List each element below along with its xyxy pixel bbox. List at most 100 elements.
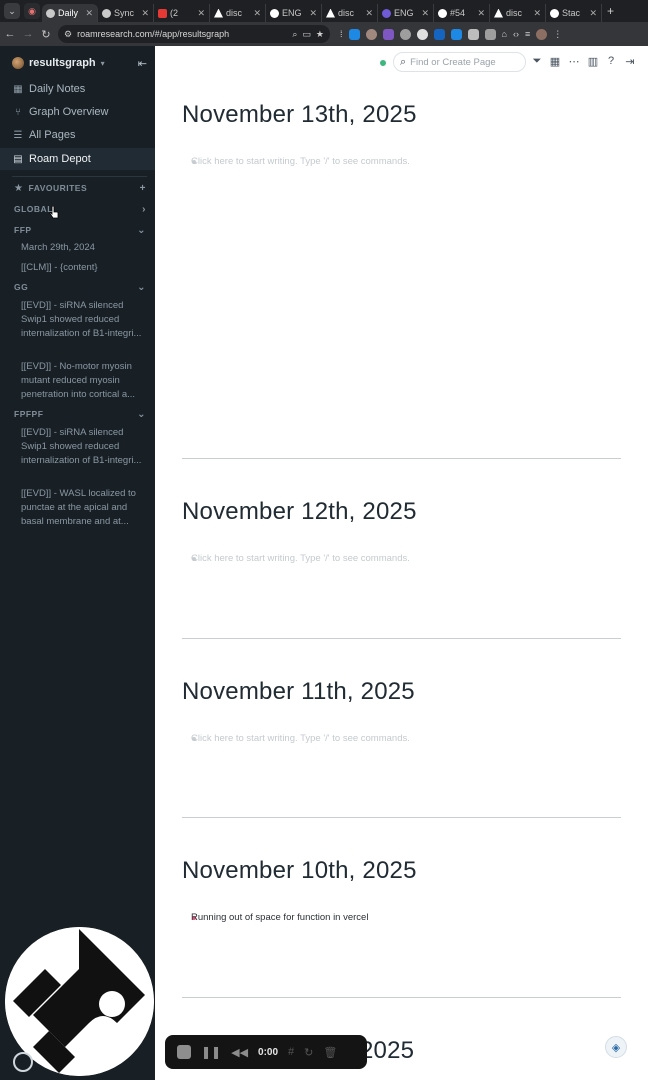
pause-icon[interactable]: ❚❚ — [201, 1045, 221, 1059]
shortcut-item[interactable]: [[EVD]] - siRNA silenced Swip1 showed re… — [21, 426, 147, 468]
sidebar-item-all-pages[interactable]: ☰ All Pages — [12, 126, 152, 144]
page-title[interactable]: November 10th, 2025 — [182, 857, 417, 885]
collapse-sidebar-icon[interactable]: ⇤ — [138, 57, 147, 70]
page-title[interactable]: November 12th, 2025 — [182, 498, 417, 526]
page-title[interactable]: 2025 — [360, 1037, 414, 1065]
grid-icon[interactable]: # — [288, 1046, 294, 1058]
extension-icon[interactable]: ⌂ — [502, 29, 507, 39]
section-label: GG — [14, 282, 29, 292]
browser-tab[interactable]: Daily ✕ — [42, 4, 98, 22]
browser-tab[interactable]: disc ✕ — [322, 4, 378, 22]
vercel-tab-icon — [494, 8, 503, 18]
search-input[interactable]: ⌕ Find or Create Page — [393, 52, 526, 72]
right-sidebar-icon[interactable]: ⇥ — [624, 55, 636, 68]
zoom-icon[interactable]: ⌕ — [292, 29, 297, 40]
stop-recording-button[interactable] — [177, 1045, 191, 1059]
shortcut-section-fpfpf[interactable]: FPFPF ⌄ — [14, 407, 146, 421]
browser-tab[interactable]: ENG ✕ — [266, 4, 322, 22]
daily-notes-log: November 13th, 2025 Click here to start … — [155, 78, 648, 1080]
back-icon[interactable]: ← — [4, 28, 16, 40]
puzzle-icon[interactable] — [484, 28, 496, 40]
reload-icon[interactable]: ↻ — [40, 28, 52, 41]
new-tab-icon[interactable]: + — [602, 4, 619, 18]
page-title[interactable]: November 13th, 2025 — [182, 101, 417, 129]
block-placeholder[interactable]: Click here to start writing. Type '/' to… — [191, 733, 410, 744]
rewind-icon[interactable]: ◀◀ — [231, 1046, 248, 1059]
close-icon[interactable]: ✕ — [141, 8, 149, 19]
close-icon[interactable]: ✕ — [309, 8, 317, 19]
extension-icon[interactable] — [399, 28, 411, 40]
site-info-icon[interactable]: ⚙ — [64, 29, 72, 40]
roam-help-icon[interactable]: ◈ — [605, 1036, 627, 1058]
shortcut-section-global[interactable]: GLOBAL › — [14, 202, 146, 216]
close-icon[interactable]: ✕ — [365, 8, 373, 19]
devtools-icon[interactable]: ‹› — [513, 29, 519, 39]
day-divider — [182, 997, 621, 998]
close-icon[interactable]: ✕ — [589, 8, 597, 19]
shortcut-item[interactable]: [[EVD]] - WASL localized to punctae at t… — [21, 487, 147, 529]
close-icon[interactable]: ✕ — [197, 8, 205, 19]
extension-icon[interactable] — [416, 28, 428, 40]
filter-icon[interactable]: ⏷ — [531, 55, 543, 68]
sidebar-toggle-icon[interactable]: ▥ — [587, 55, 599, 68]
browser-tab[interactable]: ENG ✕ — [378, 4, 434, 22]
block-placeholder[interactable]: Click here to start writing. Type '/' to… — [191, 156, 410, 167]
tab-label: Sync — [114, 8, 135, 18]
roam-logo-icon[interactable] — [13, 1052, 33, 1072]
close-icon[interactable]: ✕ — [477, 8, 485, 19]
tab-label: disc — [226, 8, 243, 18]
sidebar-item-daily-notes[interactable]: ▦ Daily Notes — [12, 80, 152, 98]
menu-icon[interactable]: ≡ — [525, 29, 530, 39]
tab-search-icon[interactable]: ⌄ — [4, 3, 20, 19]
extension-icon[interactable] — [467, 28, 479, 40]
bookmark-star-icon[interactable]: ★ — [316, 29, 324, 40]
extension-icon[interactable] — [450, 28, 462, 40]
close-icon[interactable]: ✕ — [533, 8, 541, 19]
block-text[interactable]: Running out of space for function in ver… — [191, 912, 368, 923]
sidebar-item-roam-depot[interactable]: ▤ Roam Depot — [0, 148, 155, 170]
browser-tab[interactable]: Stac ✕ — [546, 4, 602, 22]
sidebar-item-graph-overview[interactable]: ⑂ Graph Overview — [12, 103, 152, 121]
forward-icon[interactable]: → — [22, 28, 34, 40]
restart-icon[interactable]: ↻ — [304, 1046, 313, 1059]
shortcut-section-ffp[interactable]: FFP ⌄ — [14, 223, 146, 237]
shortcut-item[interactable]: March 29th, 2024 — [21, 241, 147, 255]
sidebar-divider — [12, 176, 147, 177]
cast-icon[interactable]: ▭ — [302, 29, 311, 40]
close-icon[interactable]: ✕ — [85, 8, 93, 19]
browser-tab[interactable]: Sync ✕ — [98, 4, 154, 22]
shortcut-item[interactable]: [[EVD]] - siRNA silenced Swip1 showed re… — [21, 299, 147, 341]
calendar-icon[interactable]: ▦ — [549, 55, 561, 68]
browser-tab[interactable]: (2 ✕ — [154, 4, 210, 22]
vercel-tab-icon — [326, 8, 335, 18]
block-placeholder[interactable]: Click here to start writing. Type '/' to… — [191, 553, 410, 564]
more-icon[interactable]: ⋮ — [553, 29, 562, 40]
profile-avatar[interactable] — [536, 28, 548, 40]
browser-tab[interactable]: disc ✕ — [490, 4, 546, 22]
shortcut-section-gg[interactable]: GG ⌄ — [14, 280, 146, 294]
address-bar[interactable]: ⚙ roamresearch.com/#/app/resultsgraph ⌕ … — [58, 25, 330, 43]
graph-switcher[interactable]: resultsgraph ▾ ⇤ — [12, 56, 147, 70]
extension-icon[interactable] — [348, 28, 360, 40]
help-icon[interactable]: ? — [605, 55, 617, 67]
browser-tab[interactable]: disc ✕ — [210, 4, 266, 22]
extension-icon[interactable] — [433, 28, 445, 40]
graph-name: resultsgraph — [29, 57, 96, 69]
shortcut-item[interactable]: [[CLM]] - {content} — [21, 261, 147, 275]
close-icon[interactable]: ✕ — [253, 8, 261, 19]
browser-tab[interactable]: #54 ✕ — [434, 4, 490, 22]
close-icon[interactable]: ✕ — [421, 8, 429, 19]
trash-icon[interactable]: 🗑 — [323, 1046, 337, 1059]
more-icon[interactable]: ⋯ — [568, 55, 580, 68]
vercel-tab-icon — [214, 8, 223, 18]
page-title[interactable]: November 11th, 2025 — [182, 678, 415, 706]
chevron-down-icon: ⌄ — [137, 408, 146, 420]
favourites-header[interactable]: ★ FAVOURITES + — [14, 181, 146, 195]
tab-label: ENG — [394, 8, 414, 18]
graph-icon: ⑂ — [15, 106, 21, 118]
add-icon[interactable]: + — [140, 183, 146, 194]
extension-icon[interactable] — [382, 28, 394, 40]
extension-icon[interactable] — [365, 28, 377, 40]
shortcut-item[interactable]: [[EVD]] - No-motor myosin mutant reduced… — [21, 360, 147, 402]
tab-label: Daily — [58, 8, 79, 18]
